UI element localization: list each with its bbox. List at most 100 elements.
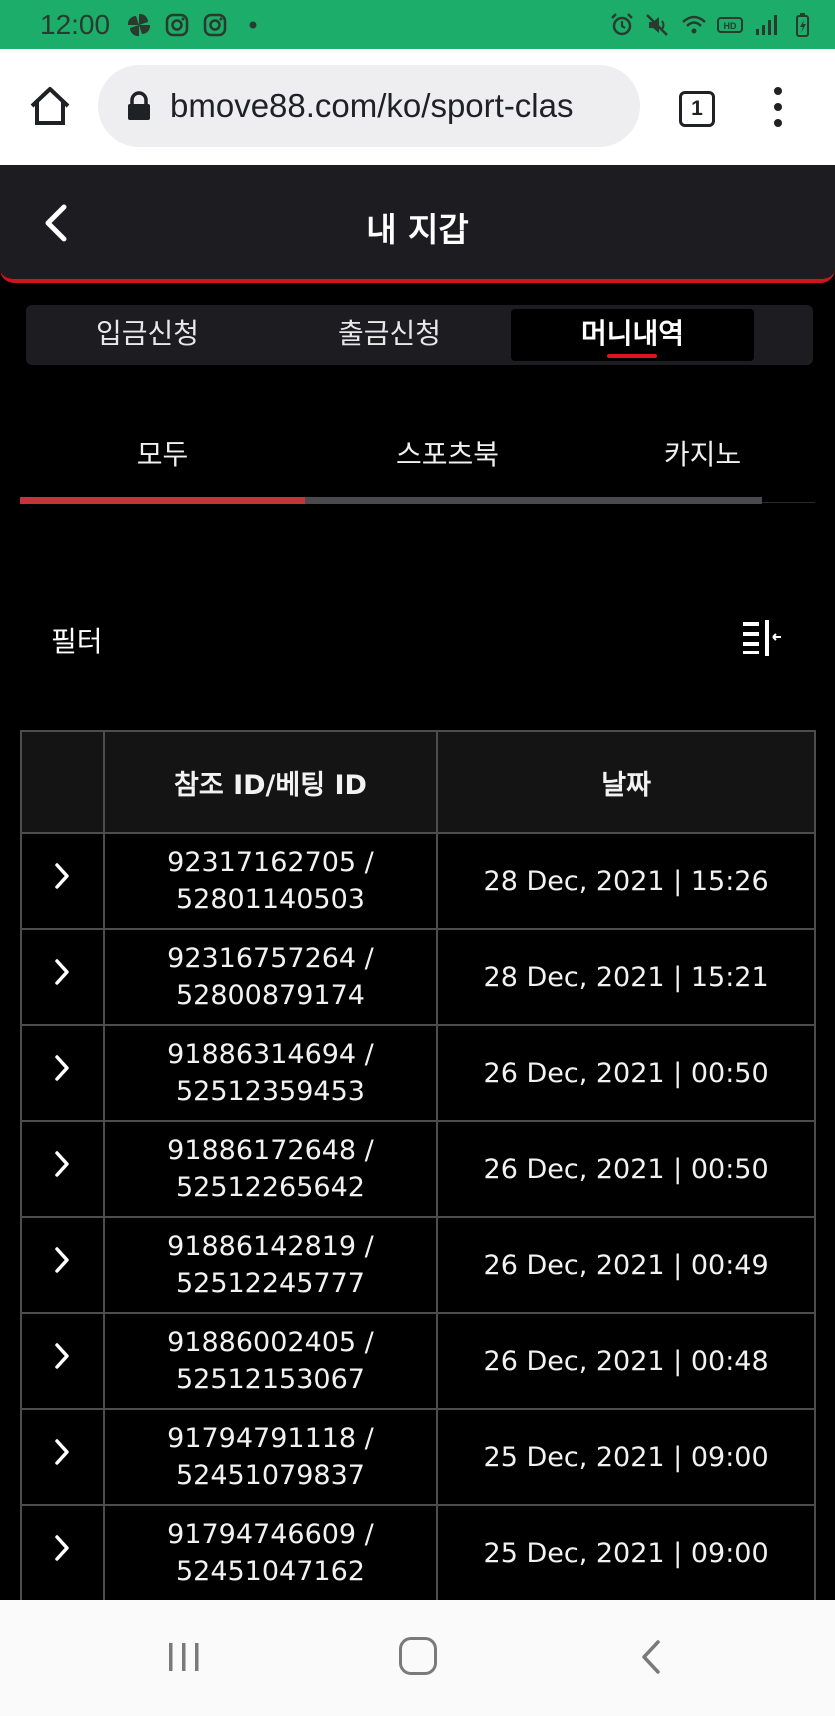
expand-cell[interactable]	[20, 928, 105, 1026]
active-tab-indicator	[607, 354, 657, 358]
ref-id-cell: 91886142819 / 52512245777	[102, 1216, 439, 1314]
chevron-right-icon[interactable]	[51, 1149, 73, 1179]
wifi-icon	[682, 15, 706, 33]
ref-id: 91794746609 /	[167, 1519, 374, 1550]
transaction-table: 참조 ID/베팅 ID 날짜 92317162705 / 52801140503 …	[20, 730, 816, 1602]
table-row[interactable]: 91886172648 / 52512265642 26 Dec, 2021 | …	[20, 1120, 816, 1218]
date-cell: 25 Dec, 2021 | 09:00	[436, 1408, 816, 1506]
ref-id-cell: 91886172648 / 52512265642	[102, 1120, 439, 1218]
battery-icon	[796, 12, 809, 37]
ref-id: 91886314694 /	[167, 1039, 374, 1070]
ref-id: 91886172648 /	[167, 1135, 374, 1166]
browser-toolbar: bmove88.com/ko/sport-clas 1	[0, 49, 835, 165]
table-row[interactable]: 91794791118 / 52451079837 25 Dec, 2021 | …	[20, 1408, 816, 1506]
table-row[interactable]: 91794746609 / 52451047162 25 Dec, 2021 | …	[20, 1504, 816, 1602]
table-header-row: 참조 ID/베팅 ID 날짜	[20, 730, 816, 834]
bet-id: 52512265642	[175, 1172, 365, 1203]
subtab-all[interactable]: 모두	[20, 430, 305, 480]
chevron-right-icon[interactable]	[51, 1053, 73, 1083]
tab-label: 출금신청	[337, 317, 442, 350]
system-nav-bar	[0, 1600, 835, 1716]
subtab-divider	[762, 502, 815, 503]
bet-id: 52451079837	[175, 1460, 365, 1491]
subtab-label: 모두	[136, 438, 189, 471]
app-header: 내 지갑	[0, 165, 835, 283]
table-row[interactable]: 91886314694 / 52512359453 26 Dec, 2021 | …	[20, 1024, 816, 1122]
chevron-right-icon[interactable]	[51, 1245, 73, 1275]
ref-id: 91886002405 /	[167, 1327, 374, 1358]
lock-icon	[128, 91, 150, 120]
bet-id: 52512245777	[175, 1268, 365, 1299]
status-right-icons: HD	[609, 12, 815, 38]
expand-cell[interactable]	[20, 832, 105, 930]
bet-id: 52800879174	[175, 980, 365, 1011]
bet-id: 52451047162	[175, 1556, 365, 1587]
url-text[interactable]: bmove88.com/ko/sport-clas	[170, 87, 630, 125]
recent-apps-icon[interactable]	[164, 1640, 204, 1674]
tab-money-history[interactable]: 머니내역	[511, 309, 754, 361]
tab-deposit[interactable]: 입금신청	[26, 309, 269, 361]
ref-id: 91886142819 /	[167, 1231, 374, 1262]
chevron-right-icon[interactable]	[51, 957, 73, 987]
home-button-icon[interactable]	[399, 1637, 437, 1675]
expand-cell[interactable]	[20, 1024, 105, 1122]
subtab-label: 카지노	[663, 438, 742, 471]
alarm-icon	[611, 12, 633, 35]
ref-id: 92316757264 /	[167, 943, 374, 974]
home-icon[interactable]	[28, 84, 72, 128]
svg-text:HD: HD	[724, 21, 737, 31]
bet-id: 52801140503	[175, 884, 365, 915]
date-cell: 25 Dec, 2021 | 09:00	[436, 1504, 816, 1602]
date-cell: 28 Dec, 2021 | 15:26	[436, 832, 816, 930]
table-header-ref-id: 참조 ID/베팅 ID	[102, 730, 439, 834]
subtab-casino[interactable]: 카지노	[590, 430, 815, 480]
address-bar[interactable]: bmove88.com/ko/sport-clas	[98, 65, 640, 147]
date-cell: 26 Dec, 2021 | 00:50	[436, 1024, 816, 1122]
ref-id-cell: 91794746609 / 52451047162	[102, 1504, 439, 1602]
screen: 12:00 HD bmove88.com/ko/sport-clas 1 내 지…	[0, 0, 835, 1716]
more-menu-icon[interactable]	[768, 87, 788, 131]
pinwheel-icon	[128, 13, 151, 36]
tab-label: 머니내역	[580, 317, 685, 350]
dot-icon	[249, 21, 257, 28]
expand-cell[interactable]	[20, 1504, 105, 1602]
subtab-label: 스포츠북	[395, 438, 500, 471]
page-title: 내 지갑	[366, 210, 469, 249]
chevron-right-icon[interactable]	[51, 861, 73, 891]
table-row[interactable]: 92317162705 / 52801140503 28 Dec, 2021 | …	[20, 832, 816, 930]
category-tabs: 모두 스포츠북 카지노	[20, 420, 815, 510]
ref-id-cell: 91886002405 / 52512153067	[102, 1312, 439, 1410]
ref-id-cell: 92317162705 / 52801140503	[102, 832, 439, 930]
tab-switcher-button[interactable]: 1	[679, 91, 715, 127]
subtab-sportsbook[interactable]: 스포츠북	[305, 430, 590, 480]
date-cell: 28 Dec, 2021 | 15:21	[436, 928, 816, 1026]
expand-cell[interactable]	[20, 1120, 105, 1218]
instagram-icon	[165, 13, 189, 36]
status-bar: 12:00 HD	[0, 0, 835, 49]
table-header-expand	[20, 730, 105, 834]
ref-id-cell: 92316757264 / 52800879174	[102, 928, 439, 1026]
ref-id-cell: 91886314694 / 52512359453	[102, 1024, 439, 1122]
ref-id-cell: 91794791118 / 52451079837	[102, 1408, 439, 1506]
table-row[interactable]: 91886142819 / 52512245777 26 Dec, 2021 | …	[20, 1216, 816, 1314]
status-time: 12:00	[40, 8, 111, 40]
filter-icon[interactable]	[741, 618, 785, 658]
table-row[interactable]: 91886002405 / 52512153067 26 Dec, 2021 | …	[20, 1312, 816, 1410]
bet-id: 52512153067	[175, 1364, 365, 1395]
tab-withdraw[interactable]: 출금신청	[268, 309, 511, 361]
chevron-right-icon[interactable]	[51, 1533, 73, 1563]
expand-cell[interactable]	[20, 1216, 105, 1314]
hd-icon: HD	[717, 16, 743, 33]
chevron-right-icon[interactable]	[51, 1341, 73, 1371]
back-icon[interactable]	[636, 1637, 666, 1677]
table-row[interactable]: 92316757264 / 52800879174 28 Dec, 2021 | …	[20, 928, 816, 1026]
chevron-right-icon[interactable]	[51, 1437, 73, 1467]
expand-cell[interactable]	[20, 1408, 105, 1506]
date-cell: 26 Dec, 2021 | 00:50	[436, 1120, 816, 1218]
expand-cell[interactable]	[20, 1312, 105, 1410]
bet-id: 52512359453	[175, 1076, 365, 1107]
date-cell: 26 Dec, 2021 | 00:48	[436, 1312, 816, 1410]
filter-label: 필터	[51, 625, 103, 658]
status-left-icons	[126, 12, 266, 38]
tab-label: 입금신청	[95, 317, 200, 350]
